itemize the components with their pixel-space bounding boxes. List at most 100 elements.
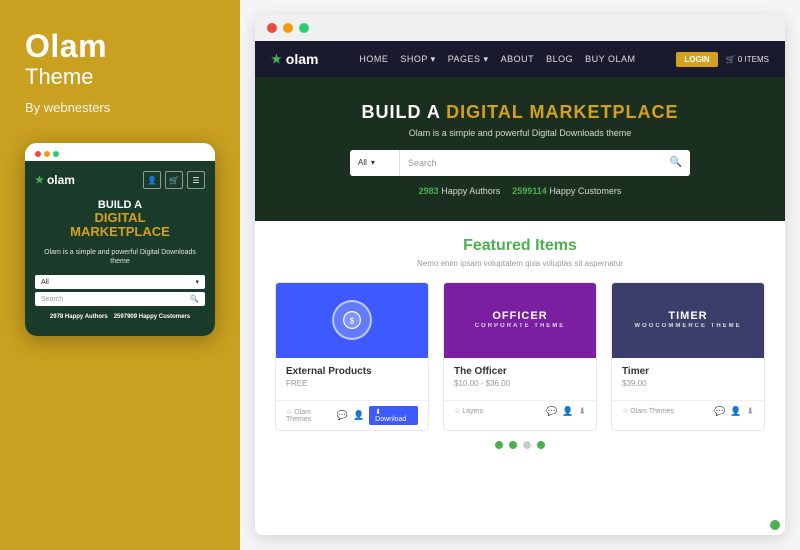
pagination-dots (275, 431, 765, 449)
product-actions-2: 💬 👤 ⬇ (546, 406, 586, 417)
product-actions-1: 💬 👤 ⬇ Download (337, 406, 418, 425)
featured-desc: Nemo enim ipsam voluptatem quia voluptas… (275, 259, 765, 268)
product-price-3: $39.00 (622, 379, 754, 388)
hero-search-placeholder: Search (408, 158, 437, 168)
product-thumb-text-2: OFFICER CORPORATE THEME (475, 310, 566, 330)
desktop-dot-yellow (283, 23, 293, 33)
hero-search[interactable]: All ▾ Search 🔍 (350, 150, 690, 176)
product-author-3: ☆ Olam Themes (622, 407, 674, 415)
product-card-3: TIMER Woocommerce Theme Timer $39.00 ☆ O… (611, 282, 765, 431)
mobile-desc: Olam is a simple and powerful Digital Do… (35, 248, 205, 268)
svg-text:$: $ (350, 315, 355, 325)
desktop-nav-links: HOME SHOP ▾ PAGES ▾ ABOUT BLOG BUY OLAM (359, 54, 635, 65)
featured-title: Featured Items (275, 237, 765, 255)
nav-blog[interactable]: BLOG (546, 54, 573, 64)
hero-stat-authors: 2983 Happy Authors (419, 186, 501, 196)
user-icon-3: 👤 (730, 406, 741, 417)
mobile-mockup: ★ olam 👤 🛒 ☰ BUILD A DIGITAL MARKETPLACE… (25, 143, 215, 336)
mobile-marketplace-text: MARKETPLACE (35, 225, 205, 239)
product-author-2: ☆ Layero (454, 407, 484, 415)
mobile-nav: ★ olam 👤 🛒 ☰ (35, 171, 205, 189)
hero-title-highlight: DIGITAL MARKETPLACE (446, 102, 678, 122)
desktop-dot-green (299, 23, 309, 33)
comment-icon-3: 💬 (714, 406, 725, 417)
product-thumb-title-3: TIMER (634, 310, 741, 323)
mobile-stat-authors: 2978 Happy Authors (50, 314, 108, 320)
mobile-cart-icon[interactable]: 🛒 (165, 171, 183, 189)
hero-title-part1: BUILD A (362, 102, 447, 122)
mobile-user-icon[interactable]: 👤 (143, 171, 161, 189)
hero-authors-number: 2983 (419, 186, 439, 196)
product-footer-1: ☆ Olam Themes 💬 👤 ⬇ Download (276, 400, 428, 430)
mobile-title-bar (25, 143, 215, 161)
mobile-logo-star: ★ (35, 175, 44, 186)
mobile-digital-text: DIGITAL (35, 211, 205, 225)
product-card-2: OFFICER CORPORATE THEME The Officer $10.… (443, 282, 597, 431)
product-thumb-sub-3: Woocommerce Theme (634, 323, 741, 330)
brand-title: Olam (25, 30, 107, 62)
hero-search-select[interactable]: All ▾ (350, 150, 400, 176)
pagination-dot-2[interactable] (509, 441, 517, 449)
left-panel: Olam Theme By webnesters ★ olam 👤 🛒 ☰ (0, 0, 240, 550)
featured-title-highlight: Items (535, 237, 577, 254)
nav-about[interactable]: ABOUT (501, 54, 535, 64)
mobile-select-label: All (41, 279, 49, 286)
hero-subtitle: Olam is a simple and powerful Digital Do… (275, 128, 765, 138)
mobile-logo: ★ olam (35, 173, 75, 187)
product-thumb-icon-1: $ (332, 300, 372, 340)
product-card-1: $ External Products FREE ☆ Olam Themes 💬… (275, 282, 429, 431)
hero-search-button[interactable]: 🔍 (662, 150, 690, 176)
hero-search-input[interactable]: Search (400, 150, 662, 176)
nav-buy-olam[interactable]: BUY OLAM (585, 54, 635, 64)
desktop-nav: ★ olam HOME SHOP ▾ PAGES ▾ ABOUT BLOG BU… (255, 41, 785, 77)
brand-subtitle: Theme (25, 66, 93, 88)
right-panel: ★ olam HOME SHOP ▾ PAGES ▾ ABOUT BLOG BU… (240, 0, 800, 550)
desktop-dot-red (267, 23, 277, 33)
hero-stat-customers: 2599114 Happy Customers (512, 186, 621, 196)
product-price-2: $10.00 - $36.00 (454, 379, 586, 388)
product-thumb-2: OFFICER CORPORATE THEME (444, 283, 596, 358)
desktop-mockup: ★ olam HOME SHOP ▾ PAGES ▾ ABOUT BLOG BU… (255, 15, 785, 535)
hero-select-arrow: ▾ (371, 158, 375, 167)
mobile-search-bar[interactable]: Search 🔍 (35, 292, 205, 306)
download-button-1[interactable]: ⬇ Download (369, 406, 418, 425)
product-thumb-1: $ (276, 283, 428, 358)
download-icon-3: ⬇ (746, 406, 754, 417)
product-name-1: External Products (286, 366, 418, 377)
mobile-dot-red (35, 151, 41, 157)
pagination-dot-3[interactable] (523, 441, 531, 449)
product-name-2: The Officer (454, 366, 586, 377)
desktop-nav-right: LOGIN 🛒 0 ITEMS (676, 52, 769, 67)
featured-grid: $ External Products FREE ☆ Olam Themes 💬… (275, 282, 765, 431)
featured-section: Featured Items Nemo enim ipsam voluptate… (255, 221, 785, 535)
product-info-3: Timer $39.00 (612, 358, 764, 400)
product-footer-3: ☆ Olam Themes 💬 👤 ⬇ (612, 400, 764, 422)
mobile-menu-icon[interactable]: ☰ (187, 171, 205, 189)
product-footer-2: ☆ Layero 💬 👤 ⬇ (444, 400, 596, 422)
pagination-dot-4[interactable] (537, 441, 545, 449)
mobile-dot-green (53, 151, 59, 157)
product-thumb-title-2: OFFICER (475, 310, 566, 323)
mobile-select[interactable]: All ▾ (35, 275, 205, 289)
mobile-stat-customers: 2597909 Happy Customers (114, 314, 190, 320)
mobile-customers-label: Happy Customers (137, 314, 190, 320)
product-info-1: External Products FREE (276, 358, 428, 400)
bottom-right-dot (770, 520, 780, 530)
desktop-logo-star: ★ (271, 52, 282, 66)
brand-by: By webnesters (25, 100, 110, 115)
pagination-dot-1[interactable] (495, 441, 503, 449)
product-actions-3: 💬 👤 ⬇ (714, 406, 754, 417)
login-button[interactable]: LOGIN (676, 52, 717, 67)
hero-authors-label: Happy Authors (441, 186, 500, 196)
comment-icon-1: 💬 (337, 410, 348, 421)
mobile-window-dots (35, 151, 59, 157)
mobile-authors-label: Happy Authors (63, 314, 107, 320)
mobile-stats: 2978 Happy Authors 2597909 Happy Custome… (35, 314, 205, 326)
nav-home[interactable]: HOME (359, 54, 388, 64)
comment-icon-2: 💬 (546, 406, 557, 417)
product-author-1: ☆ Olam Themes (286, 408, 337, 423)
nav-shop[interactable]: SHOP ▾ (400, 54, 435, 65)
product-info-2: The Officer $10.00 - $36.00 (444, 358, 596, 400)
cart-icon[interactable]: 🛒 0 ITEMS (726, 55, 769, 64)
nav-pages[interactable]: PAGES ▾ (448, 54, 489, 65)
